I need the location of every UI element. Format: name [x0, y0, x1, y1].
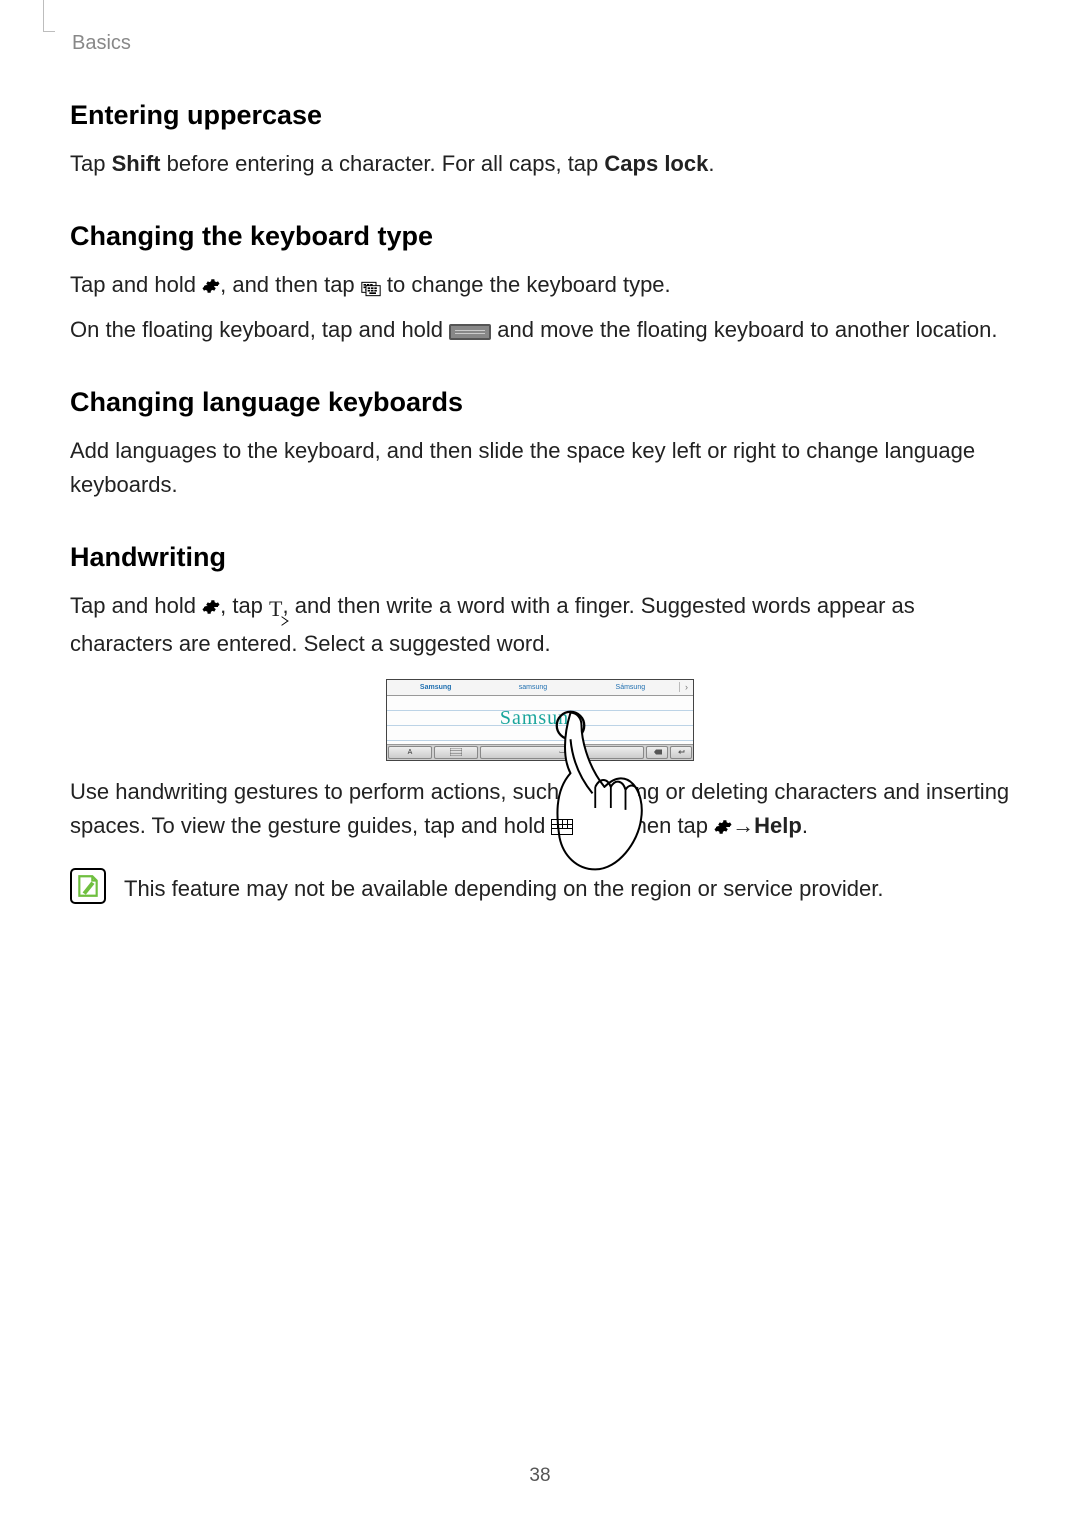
text: On the floating keyboard, tap and hold	[70, 317, 449, 342]
bold-shift: Shift	[112, 151, 161, 176]
suggestion-more-icon: ›	[679, 682, 693, 692]
key-keyboard-icon	[434, 746, 478, 759]
hand-pointer-icon	[554, 709, 664, 874]
handwriting-figure: Samsung samsung Sámsung › Samsung A ⌴	[386, 679, 694, 761]
heading-language-keyboards: Changing language keyboards	[70, 387, 1010, 418]
suggestion-1: Samsung	[387, 684, 484, 691]
paragraph-uppercase: Tap Shift before entering a character. F…	[70, 147, 1010, 181]
paragraph-handwriting-1: Tap and hold , tap T, and then write a w…	[70, 589, 1010, 660]
gear-icon	[202, 592, 220, 626]
paragraph-kbtype-1: Tap and hold , and then tap to change th…	[70, 268, 1010, 305]
note-text: This feature may not be available depend…	[124, 868, 883, 905]
bold-help: Help	[754, 813, 802, 838]
paragraph-handwriting-2: Use handwriting gestures to perform acti…	[70, 775, 1010, 846]
suggestion-3: Sámsung	[582, 684, 679, 691]
keyboard-grid-icon	[551, 819, 573, 835]
text: Tap	[70, 151, 112, 176]
heading-keyboard-type: Changing the keyboard type	[70, 221, 1010, 252]
page-number: 38	[0, 1465, 1080, 1487]
key-text-mode: A	[388, 746, 432, 759]
note-block: This feature may not be available depend…	[70, 868, 1010, 905]
bold-capslock: Caps lock	[604, 151, 708, 176]
text: Use handwriting gestures to perform acti…	[70, 779, 1009, 838]
heading-entering-uppercase: Entering uppercase	[70, 100, 1010, 131]
gear-icon	[202, 271, 220, 305]
handwriting-mode-icon: T	[269, 592, 282, 626]
suggestion-bar: Samsung samsung Sámsung ›	[387, 680, 693, 696]
suggestion-2: samsung	[484, 684, 581, 691]
text: , tap	[220, 593, 269, 618]
arrow-right: →	[732, 809, 754, 843]
text: and move the floating keyboard to anothe…	[497, 317, 997, 342]
key-enter-icon	[670, 746, 692, 759]
text: .	[802, 813, 808, 838]
text: .	[708, 151, 714, 176]
text: Tap and hold	[70, 593, 202, 618]
note-icon	[70, 868, 106, 904]
page-content: Entering uppercase Tap Shift before ente…	[70, 0, 1010, 905]
breadcrumb: Basics	[72, 32, 131, 55]
text: , and then tap	[220, 272, 361, 297]
text: before entering a character. For all cap…	[160, 151, 604, 176]
paragraph-kbtype-2: On the floating keyboard, tap and hold a…	[70, 313, 1010, 347]
text: Tap and hold	[70, 272, 202, 297]
keyboard-type-icon	[361, 271, 381, 305]
heading-handwriting: Handwriting	[70, 542, 1010, 573]
paragraph-language: Add languages to the keyboard, and then …	[70, 434, 1010, 502]
drag-handle-icon	[449, 324, 491, 340]
gear-icon	[714, 812, 732, 846]
header-corner	[43, 0, 55, 32]
text: to change the keyboard type.	[381, 272, 671, 297]
